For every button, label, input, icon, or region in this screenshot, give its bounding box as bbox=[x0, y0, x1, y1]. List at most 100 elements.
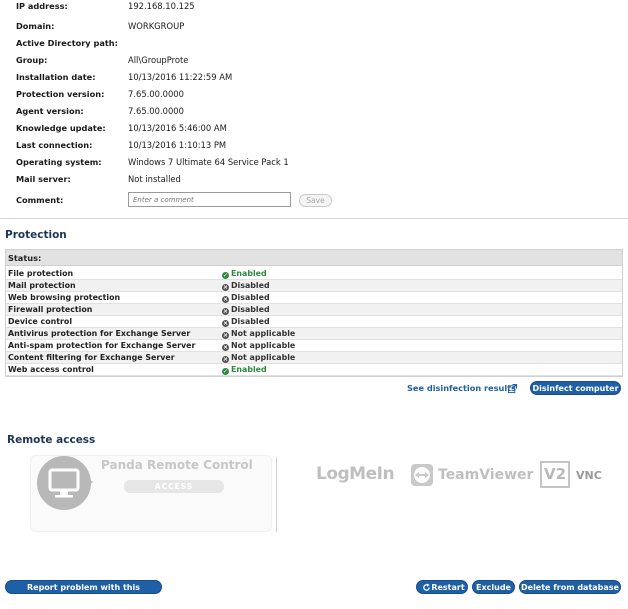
teamviewer-logo[interactable]: TeamViewer bbox=[438, 467, 533, 483]
protection-name: Firewall protection bbox=[8, 305, 93, 314]
info-value: 192.168.10.125 bbox=[128, 1, 195, 11]
x-icon: × bbox=[222, 308, 229, 315]
info-row: Operating system: Windows 7 Ultimate 64 S… bbox=[0, 154, 620, 170]
info-value: 10/13/2016 5:46:00 AM bbox=[128, 123, 227, 133]
protection-name: Device control bbox=[8, 317, 73, 326]
bubble-tail-icon bbox=[84, 475, 93, 489]
save-button[interactable]: Save bbox=[299, 194, 332, 207]
check-icon: ✓ bbox=[222, 272, 229, 279]
info-row: IP address: 192.168.10.125 bbox=[0, 0, 620, 14]
status-text: Not applicable bbox=[231, 329, 296, 338]
protection-name: Antivirus protection for Exchange Server bbox=[8, 329, 191, 338]
access-button[interactable]: ACCESS bbox=[124, 480, 224, 493]
protection-name: Web browsing protection bbox=[8, 293, 121, 302]
info-label: IP address: bbox=[16, 1, 68, 11]
info-row: Group: All\GroupProte bbox=[0, 52, 620, 68]
monitor-icon bbox=[37, 456, 91, 510]
info-value: 10/13/2016 11:22:59 AM bbox=[128, 72, 233, 82]
see-disinfection-results-link[interactable]: See disinfection results bbox=[407, 383, 516, 393]
panda-remote-control-title: Panda Remote Control bbox=[101, 458, 253, 472]
info-row: Protection version: 7.65.00.0000 bbox=[0, 86, 620, 102]
x-icon: × bbox=[222, 332, 229, 339]
protection-status-table: Status: File protection ✓ Enabled Mail prot… bbox=[5, 249, 623, 377]
info-label: Last connection: bbox=[16, 140, 93, 150]
info-row: Domain: WORKGROUP bbox=[0, 18, 620, 34]
protection-row: File protection ✓ Enabled bbox=[6, 268, 622, 280]
protection-status: × Not applicable bbox=[222, 340, 295, 352]
x-icon: × bbox=[222, 284, 229, 291]
info-label: Active Directory path: bbox=[16, 38, 118, 48]
protection-row: Mail protection × Disabled bbox=[6, 280, 622, 292]
info-row: Active Directory path: bbox=[0, 35, 620, 51]
status-text: Not applicable bbox=[231, 353, 296, 362]
protection-row: Web browsing protection × Disabled bbox=[6, 292, 622, 304]
vnc-logo[interactable]: VNC bbox=[576, 469, 602, 482]
restart-label: Restart bbox=[431, 583, 465, 592]
protection-status: ✓ Enabled bbox=[222, 268, 267, 280]
protection-row: Firewall protection × Disabled bbox=[6, 304, 622, 316]
info-row: Last connection: 10/13/2016 1:10:13 PM bbox=[0, 137, 620, 153]
protection-name: File protection bbox=[8, 269, 74, 278]
protection-status: × Not applicable bbox=[222, 328, 295, 340]
protection-status: × Disabled bbox=[222, 304, 270, 316]
remote-access-title: Remote access bbox=[7, 434, 96, 446]
info-label: Mail server: bbox=[16, 174, 71, 184]
info-row: Mail server: Not installed bbox=[0, 171, 620, 187]
info-label: Protection version: bbox=[16, 89, 105, 99]
info-row: Agent version: 7.65.00.0000 bbox=[0, 103, 620, 119]
remote-divider bbox=[276, 457, 277, 532]
info-label: Operating system: bbox=[16, 157, 102, 167]
external-link-icon[interactable] bbox=[508, 384, 517, 393]
protection-status: × Disabled bbox=[222, 292, 270, 304]
info-row: Installation date: 10/13/2016 11:22:59 AM bbox=[0, 69, 620, 85]
status-text: Disabled bbox=[231, 305, 270, 314]
info-label: Domain: bbox=[16, 21, 55, 31]
info-value: Not installed bbox=[128, 174, 181, 184]
check-icon: ✓ bbox=[222, 368, 229, 375]
protection-name: Web access control bbox=[8, 365, 94, 374]
report-problem-button[interactable]: Report problem with this computer bbox=[5, 580, 162, 606]
status-text: Disabled bbox=[231, 317, 270, 326]
info-value: WORKGROUP bbox=[128, 21, 185, 31]
info-value: Windows 7 Ultimate 64 Service Pack 1 bbox=[128, 157, 289, 167]
comment-label: Comment: bbox=[16, 195, 64, 205]
protection-title: Protection bbox=[5, 229, 67, 241]
protection-row: Web access control ✓ Enabled bbox=[6, 364, 622, 376]
exclude-button[interactable]: Exclude bbox=[472, 580, 515, 594]
info-row: Knowledge update: 10/13/2016 5:46:00 AM bbox=[0, 120, 620, 136]
protection-name: Mail protection bbox=[8, 281, 76, 290]
info-label: Knowledge update: bbox=[16, 123, 106, 133]
info-label: Group: bbox=[16, 55, 48, 65]
protection-row: Antivirus protection for Exchange Server… bbox=[6, 328, 622, 340]
protection-row: Device control × Disabled bbox=[6, 316, 622, 328]
delete-from-database-button[interactable]: Delete from database bbox=[519, 580, 621, 594]
vnc-mark-icon[interactable]: V2 bbox=[540, 461, 570, 488]
info-value: All\GroupProte bbox=[128, 55, 189, 65]
section-divider bbox=[0, 218, 628, 219]
protection-name: Anti-spam protection for Exchange Server bbox=[8, 341, 196, 350]
comment-input[interactable] bbox=[128, 192, 291, 207]
status-text: Enabled bbox=[231, 269, 267, 278]
info-value: 10/13/2016 1:10:13 PM bbox=[128, 140, 227, 150]
protection-status: × Disabled bbox=[222, 280, 270, 292]
x-icon: × bbox=[222, 320, 229, 327]
status-text: Not applicable bbox=[231, 341, 296, 350]
protection-status: × Disabled bbox=[222, 316, 270, 328]
status-header: Status: bbox=[6, 250, 622, 266]
info-value: 7.65.00.0000 bbox=[128, 106, 184, 116]
protection-row: Content filtering for Exchange Server × No… bbox=[6, 352, 622, 364]
disinfect-computer-button[interactable]: Disinfect computer bbox=[530, 381, 621, 395]
x-icon: × bbox=[222, 344, 229, 351]
protection-row: Anti-spam protection for Exchange Server… bbox=[6, 340, 622, 352]
info-value: 7.65.00.0000 bbox=[128, 89, 184, 99]
info-label: Agent version: bbox=[16, 106, 84, 116]
x-icon: × bbox=[222, 356, 229, 363]
restart-icon bbox=[423, 583, 430, 591]
logmein-logo[interactable]: LogMeIn bbox=[316, 464, 395, 484]
protection-status: × Not applicable bbox=[222, 352, 295, 364]
restart-button[interactable]: Restart bbox=[416, 580, 468, 594]
teamviewer-icon[interactable] bbox=[410, 463, 434, 487]
protection-status: ✓ Enabled bbox=[222, 364, 267, 376]
status-text: Enabled bbox=[231, 365, 267, 374]
protection-name: Content filtering for Exchange Server bbox=[8, 353, 175, 362]
